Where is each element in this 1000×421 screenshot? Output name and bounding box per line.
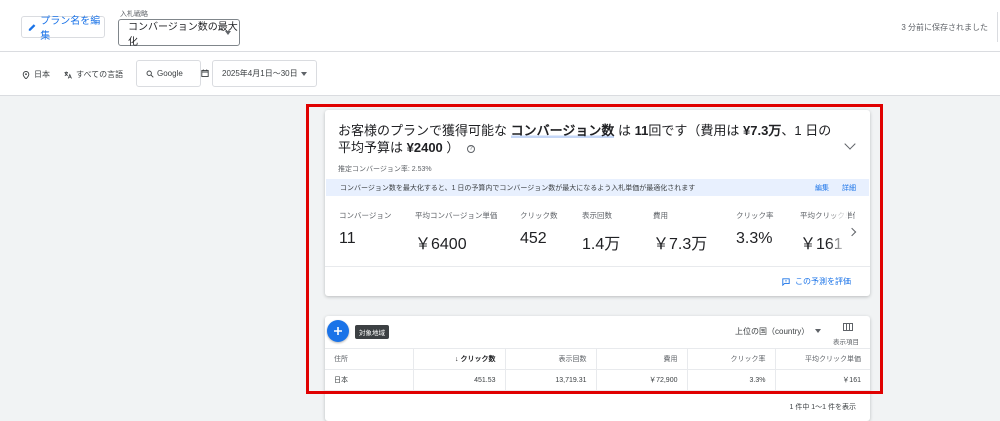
dropdown-arrow-icon: [225, 31, 231, 35]
search-network-icon: [146, 70, 154, 78]
divider: [997, 12, 998, 42]
date-range-picker[interactable]: 2025年4月1日～30日: [212, 60, 317, 87]
network-filter-label: Google: [157, 69, 183, 78]
location-filter-label: 日本: [34, 70, 50, 79]
location-filter[interactable]: 日本: [22, 69, 50, 80]
pagination-status: 1 件中 1〜1 件を表示: [789, 404, 856, 411]
filter-bar: 日本 すべての言語 Google 2025年4月1日～30日: [0, 52, 1000, 96]
translate-icon: [64, 71, 72, 79]
date-range-label: 2025年4月1日～30日: [222, 69, 298, 78]
highlight-box: [306, 104, 883, 394]
saved-status: 3 分前に保存されました: [901, 23, 988, 32]
pencil-icon: [28, 23, 36, 31]
bid-strategy-select[interactable]: コンバージョン数の最大化: [118, 19, 240, 48]
edit-plan-name-button[interactable]: プラン名を編集: [21, 16, 105, 42]
location-pin-icon: [22, 70, 30, 79]
language-filter[interactable]: すべての言語: [64, 69, 123, 80]
network-filter[interactable]: Google: [136, 60, 201, 87]
language-filter-label: すべての言語: [76, 70, 124, 79]
bid-strategy-value: コンバージョン数の最大化: [128, 21, 238, 48]
edit-plan-name-label: プラン名を編集: [40, 16, 101, 42]
top-bar: プラン名を編集 入札戦略 コンバージョン数の最大化 3 分前に保存されました: [0, 0, 1000, 52]
calendar-icon[interactable]: [201, 69, 209, 77]
dropdown-arrow-icon: [301, 72, 307, 76]
